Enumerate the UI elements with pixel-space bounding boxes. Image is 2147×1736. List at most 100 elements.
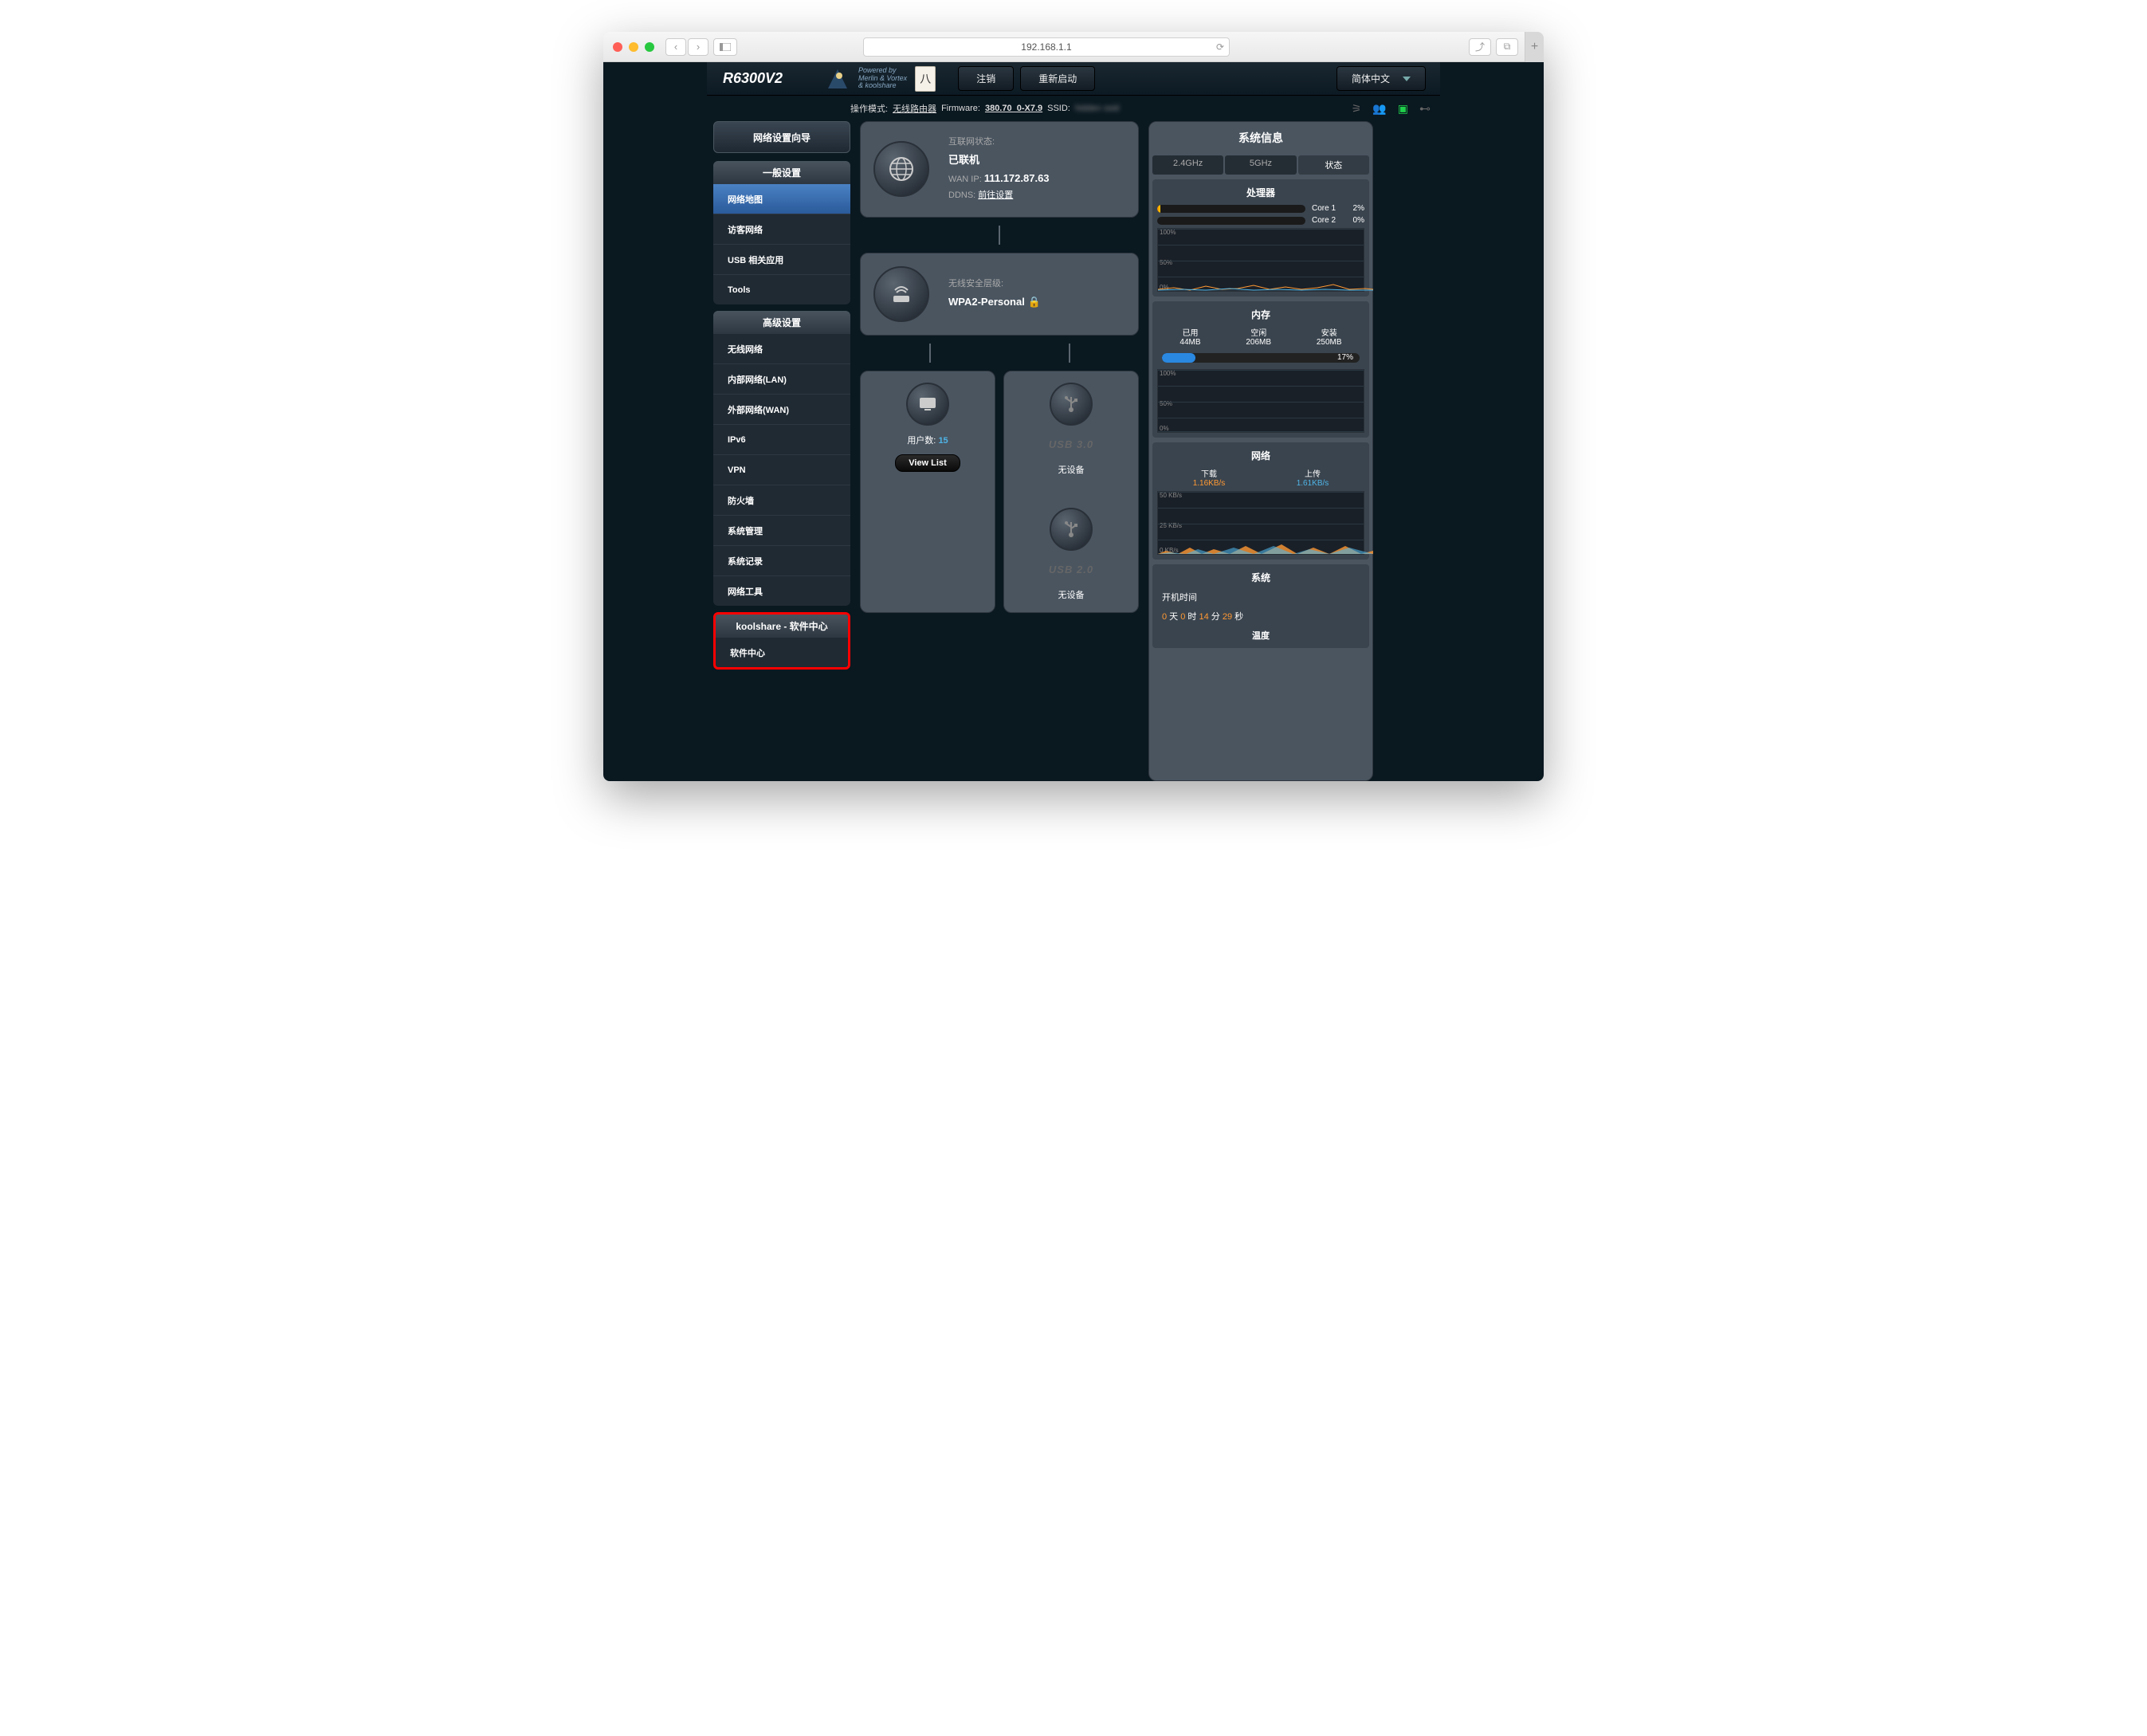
net-section: 网络 下载1.16KB/s 上传1.61KB/s 50 KB/s 25 KB/s… bbox=[1152, 442, 1369, 560]
mem-section: 内存 已用44MB 空闲206MB 安装250MB 17% 100% 50% 0… bbox=[1152, 301, 1369, 438]
sidebar-item-admin[interactable]: 系统管理 bbox=[713, 515, 850, 545]
mahjong-tile-icon: 八 bbox=[915, 66, 936, 92]
forward-button[interactable]: › bbox=[688, 38, 708, 56]
wifi-panel[interactable]: 无线安全层级: WPA2-Personal 🔒 bbox=[860, 253, 1139, 336]
wizard-button[interactable]: 网络设置向导 bbox=[713, 121, 850, 153]
tab-status[interactable]: 状态 bbox=[1298, 155, 1369, 175]
reload-icon[interactable]: ⟳ bbox=[1216, 41, 1224, 53]
sysinfo-tabs: 2.4GHz 5GHz 状态 bbox=[1152, 155, 1369, 175]
sidebar-item-tools[interactable]: Tools bbox=[713, 274, 850, 304]
traffic-lights bbox=[613, 42, 654, 52]
router-icon bbox=[873, 266, 929, 322]
sidebar-item-ipv6[interactable]: IPv6 bbox=[713, 424, 850, 454]
back-button[interactable]: ‹ bbox=[665, 38, 686, 56]
cpu-chart: 100% 50% 0% bbox=[1157, 228, 1364, 292]
globe-icon bbox=[873, 141, 929, 197]
mem-pct: 17% bbox=[1337, 353, 1353, 363]
usb20-nodev: 无设备 bbox=[1058, 588, 1085, 601]
wifi-icon[interactable]: ⚞ bbox=[1352, 102, 1362, 116]
inst-label: 安装 bbox=[1317, 326, 1342, 338]
main-area: 网络设置向导 一般设置 网络地图 访客网络 USB 相关应用 Tools 高级设… bbox=[707, 121, 1440, 781]
tree-connector bbox=[860, 226, 1139, 245]
zoom-icon[interactable] bbox=[645, 42, 654, 52]
core1-label: Core 1 bbox=[1312, 204, 1336, 213]
logout-button[interactable]: 注销 bbox=[958, 66, 1014, 91]
language-select[interactable]: 简体中文 bbox=[1336, 66, 1426, 91]
used-label: 已用 bbox=[1179, 326, 1200, 338]
page-content: R6300V2 Powered by Merlin & Vortex & koo… bbox=[603, 62, 1544, 781]
powered-by: Powered by Merlin & Vortex & koolshare bbox=[858, 67, 907, 91]
close-icon[interactable] bbox=[613, 42, 622, 52]
sidebar-item-vpn[interactable]: VPN bbox=[713, 454, 850, 485]
usb-icon[interactable]: ⊷ bbox=[1419, 102, 1431, 116]
network-icon[interactable]: ▣ bbox=[1398, 102, 1408, 116]
fw-label: Firmware: bbox=[941, 104, 980, 113]
model-label: R6300V2 bbox=[713, 70, 817, 87]
cpu-section: 处理器 Core 12% Core 20% 100% 50% 0% bbox=[1152, 179, 1369, 297]
usb30-label: USB 3.0 bbox=[1049, 438, 1093, 450]
usb30-nodev: 无设备 bbox=[1058, 463, 1085, 476]
powered-l3: & koolshare bbox=[858, 82, 907, 90]
section-koolshare: koolshare - 软件中心 软件中心 bbox=[713, 612, 850, 670]
wifisec-label: 无线安全层级: bbox=[948, 277, 1041, 293]
core1-pct: 2% bbox=[1342, 204, 1364, 213]
system-title: 系统 bbox=[1157, 569, 1364, 586]
sidebar-item-guest[interactable]: 访客网络 bbox=[713, 214, 850, 244]
internet-panel[interactable]: 互联网状态: 已联机 WAN IP: 111.172.87.63 DDNS: 前… bbox=[860, 121, 1139, 218]
section-advanced: 高级设置 无线网络 内部网络(LAN) 外部网络(WAN) IPv6 VPN 防… bbox=[713, 311, 850, 606]
ul-label: 上传 bbox=[1297, 467, 1329, 479]
status-label: 互联网状态: bbox=[948, 135, 1050, 151]
share-icon[interactable]: ⤴ bbox=[1469, 38, 1491, 56]
dl-label: 下载 bbox=[1193, 467, 1226, 479]
free-label: 空闲 bbox=[1246, 326, 1271, 338]
browser-window: ‹ › 192.168.1.1 ⟳ ⤴ ⧉ + R6300V2 Powered … bbox=[603, 32, 1544, 781]
minimize-icon[interactable] bbox=[629, 42, 638, 52]
section-general: 一般设置 网络地图 访客网络 USB 相关应用 Tools bbox=[713, 161, 850, 304]
dl-value: 1.16KB/s bbox=[1193, 479, 1226, 488]
top-bar: R6300V2 Powered by Merlin & Vortex & koo… bbox=[707, 62, 1440, 96]
inst-value: 250MB bbox=[1317, 338, 1342, 347]
chevron-down-icon bbox=[1403, 77, 1411, 81]
ddns-link[interactable]: 前往设置 bbox=[978, 190, 1013, 200]
sidebar: 网络设置向导 一般设置 网络地图 访客网络 USB 相关应用 Tools 高级设… bbox=[713, 121, 850, 781]
sidebar-item-firewall[interactable]: 防火墙 bbox=[713, 485, 850, 515]
wifi-info: 无线安全层级: WPA2-Personal 🔒 bbox=[948, 277, 1041, 311]
usb-panels: USB 3.0 无设备 USB 2.0 无设备 bbox=[1003, 371, 1139, 613]
temp-label: 温度 bbox=[1157, 627, 1364, 643]
bottom-row: 用户数: 15 View List USB 3.0 无设备 bbox=[860, 371, 1139, 613]
uptime-label: 开机时间 bbox=[1162, 593, 1197, 603]
usb-icon[interactable] bbox=[1050, 508, 1093, 551]
new-tab-button[interactable]: + bbox=[1525, 32, 1544, 62]
clients-panel[interactable]: 用户数: 15 View List bbox=[860, 371, 995, 613]
mode-value[interactable]: 无线路由器 bbox=[893, 102, 936, 115]
fw-value[interactable]: 380.70_0-X7.9 bbox=[985, 104, 1042, 113]
sidebar-item-syslog[interactable]: 系统记录 bbox=[713, 545, 850, 575]
sidebar-toggle-icon[interactable] bbox=[713, 38, 737, 56]
status-icons: ⚞ 👥 ▣ ⊷ bbox=[1352, 102, 1431, 116]
sidebar-item-wan[interactable]: 外部网络(WAN) bbox=[713, 394, 850, 424]
tab-24ghz[interactable]: 2.4GHz bbox=[1152, 155, 1223, 175]
language-label: 简体中文 bbox=[1352, 72, 1390, 85]
system-section: 系统 开机时间 0 天 0 时 14 分 29 秒 温度 bbox=[1152, 564, 1369, 648]
usb-icon[interactable] bbox=[1050, 383, 1093, 426]
tabs-icon[interactable]: ⧉ bbox=[1496, 38, 1518, 56]
tab-5ghz[interactable]: 5GHz bbox=[1225, 155, 1296, 175]
sidebar-item-lan[interactable]: 内部网络(LAN) bbox=[713, 363, 850, 394]
ul-value: 1.61KB/s bbox=[1297, 479, 1329, 488]
sidebar-item-softcenter[interactable]: 软件中心 bbox=[716, 637, 848, 667]
viewlist-button[interactable]: View List bbox=[895, 454, 960, 472]
clients-icon[interactable]: 👥 bbox=[1372, 102, 1386, 116]
sidebar-item-usb[interactable]: USB 相关应用 bbox=[713, 244, 850, 274]
monitor-icon bbox=[906, 383, 949, 426]
reboot-button[interactable]: 重新启动 bbox=[1020, 66, 1095, 91]
net-chart: 50 KB/s 25 KB/s 0 KB/s bbox=[1157, 491, 1364, 555]
sidebar-item-wireless[interactable]: 无线网络 bbox=[713, 333, 850, 363]
sidebar-item-nettools[interactable]: 网络工具 bbox=[713, 575, 850, 606]
url-bar[interactable]: 192.168.1.1 ⟳ bbox=[863, 37, 1230, 57]
sidebar-item-networkmap[interactable]: 网络地图 bbox=[713, 183, 850, 214]
net-title: 网络 bbox=[1157, 447, 1364, 464]
status-value: 已联机 bbox=[948, 151, 1050, 169]
cpu-title: 处理器 bbox=[1157, 184, 1364, 201]
lock-icon: 🔒 bbox=[1027, 296, 1040, 308]
router-ui: R6300V2 Powered by Merlin & Vortex & koo… bbox=[707, 62, 1440, 781]
